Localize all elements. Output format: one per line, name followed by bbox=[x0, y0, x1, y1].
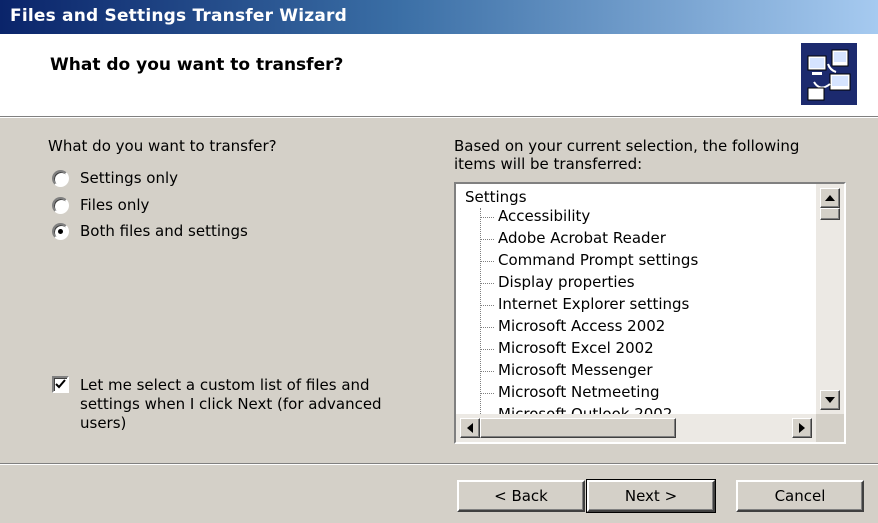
tree-root-settings[interactable]: Settings bbox=[465, 188, 527, 206]
cancel-button[interactable]: Cancel bbox=[736, 480, 864, 512]
transfer-question: What do you want to transfer? bbox=[48, 137, 277, 155]
tree-item[interactable]: Accessibility bbox=[480, 206, 810, 228]
tree-item[interactable]: Microsoft Outlook 2002 bbox=[480, 404, 810, 414]
vertical-scroll-thumb[interactable] bbox=[820, 208, 840, 220]
tree-item[interactable]: Microsoft Netmeeting bbox=[480, 382, 810, 404]
tree-item[interactable]: Internet Explorer settings bbox=[480, 294, 810, 316]
radio-settings-only-label[interactable]: Settings only bbox=[80, 169, 178, 187]
wizard-transfer-icon bbox=[800, 42, 858, 106]
transfer-items-list[interactable]: Settings Accessibility Adobe Acrobat Rea… bbox=[454, 182, 846, 444]
vertical-scrollbar[interactable] bbox=[816, 184, 844, 414]
scroll-right-button[interactable] bbox=[792, 418, 812, 438]
arrow-up-icon bbox=[825, 195, 835, 201]
radio-files-only[interactable] bbox=[52, 197, 69, 214]
tree-item[interactable]: Microsoft Messenger bbox=[480, 360, 810, 382]
tree-view[interactable]: Settings Accessibility Adobe Acrobat Rea… bbox=[456, 184, 816, 414]
tree-item[interactable]: Microsoft Excel 2002 bbox=[480, 338, 810, 360]
title-bar[interactable]: Files and Settings Transfer Wizard bbox=[0, 0, 878, 34]
window-title: Files and Settings Transfer Wizard bbox=[10, 6, 347, 26]
scroll-left-button[interactable] bbox=[460, 418, 480, 438]
radio-both-files-settings-label[interactable]: Both files and settings bbox=[80, 222, 248, 240]
transfer-description-line2: items will be transferred: bbox=[454, 155, 643, 173]
arrow-down-icon bbox=[825, 397, 835, 403]
arrow-right-icon bbox=[799, 423, 805, 433]
header-divider bbox=[0, 117, 878, 118]
transfer-description-line1: Based on your current selection, the fol… bbox=[454, 137, 800, 155]
radio-both-files-settings[interactable] bbox=[52, 223, 69, 240]
horizontal-scrollbar[interactable] bbox=[456, 414, 816, 442]
custom-list-label-line1[interactable]: Let me select a custom list of files and bbox=[80, 376, 370, 394]
next-button[interactable]: Next > bbox=[586, 479, 716, 513]
tree-item[interactable]: Display properties bbox=[480, 272, 810, 294]
page-heading: What do you want to transfer? bbox=[50, 55, 344, 75]
scroll-down-button[interactable] bbox=[820, 390, 840, 410]
tree-item[interactable]: Adobe Acrobat Reader bbox=[480, 228, 810, 250]
custom-list-label-line2[interactable]: settings when I click Next (for advanced bbox=[80, 395, 382, 413]
scroll-corner bbox=[816, 414, 844, 442]
horizontal-scroll-thumb[interactable] bbox=[480, 418, 676, 438]
back-button[interactable]: < Back bbox=[457, 480, 585, 512]
scroll-up-button[interactable] bbox=[820, 188, 840, 208]
tree-item[interactable]: Microsoft Access 2002 bbox=[480, 316, 810, 338]
arrow-left-icon bbox=[467, 423, 473, 433]
custom-list-label-line3[interactable]: users) bbox=[80, 414, 126, 432]
checkmark-icon bbox=[55, 379, 66, 389]
tree-item[interactable]: Command Prompt settings bbox=[480, 250, 810, 272]
custom-list-checkbox[interactable] bbox=[52, 376, 69, 393]
radio-files-only-label[interactable]: Files only bbox=[80, 196, 149, 214]
wizard-window: Files and Settings Transfer Wizard What … bbox=[0, 0, 878, 523]
wizard-header: What do you want to transfer? bbox=[0, 34, 878, 117]
radio-settings-only[interactable] bbox=[52, 170, 69, 187]
